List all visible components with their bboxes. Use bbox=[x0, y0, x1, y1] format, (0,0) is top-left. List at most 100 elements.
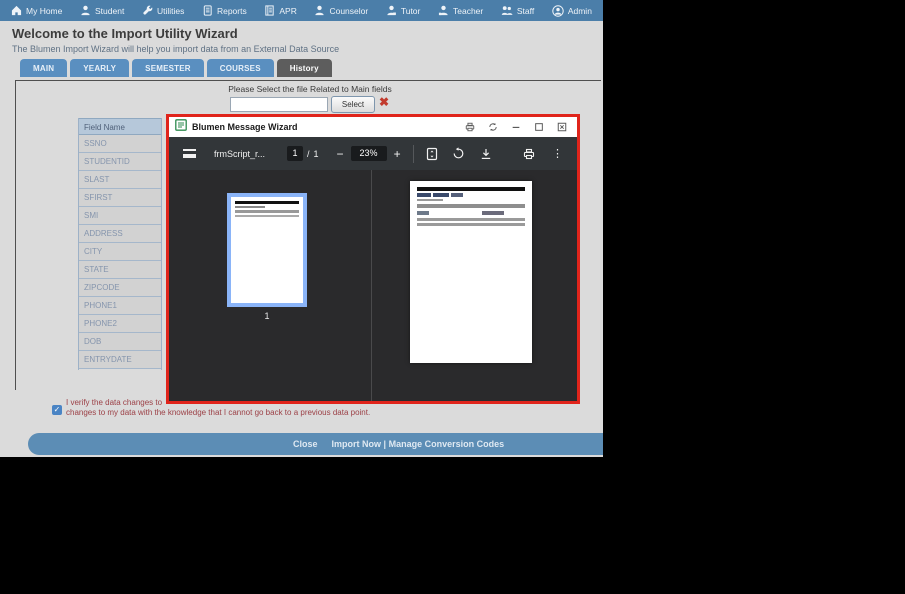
nav-label: Reports bbox=[216, 5, 247, 16]
thumbnail-content-bar bbox=[235, 215, 299, 217]
reports-icon bbox=[202, 5, 213, 16]
nav-label: Utilities bbox=[156, 5, 185, 16]
page-divider: / bbox=[307, 148, 310, 159]
zoom-in-button[interactable]: + bbox=[394, 148, 401, 160]
counselor-icon bbox=[314, 5, 325, 16]
nav-item-staff[interactable]: Staff bbox=[496, 0, 539, 21]
apr-icon bbox=[264, 5, 275, 16]
select-file-button[interactable]: Select bbox=[331, 96, 375, 113]
page-content-bar bbox=[417, 223, 525, 226]
nav-item-tutor[interactable]: Tutor bbox=[381, 0, 426, 21]
page-content-bar bbox=[482, 211, 504, 215]
tab-courses[interactable]: COURSES bbox=[206, 59, 274, 77]
tab-yearly[interactable]: YEARLY bbox=[70, 59, 130, 77]
toolbar-divider bbox=[412, 144, 414, 163]
table-row[interactable]: SFIRST bbox=[79, 189, 161, 207]
wizard-tabs: MAIN YEARLY SEMESTER COURSES History bbox=[20, 59, 332, 77]
zoom-out-button[interactable]: − bbox=[337, 148, 344, 160]
nav-item-student[interactable]: Student bbox=[75, 0, 129, 21]
clear-file-icon[interactable]: ✖ bbox=[379, 95, 389, 109]
table-row[interactable]: ENTRYDATE bbox=[79, 351, 161, 369]
pdf-toolbar: frmScript_r... 1 / 1 − 23% + ⋮ bbox=[169, 137, 577, 170]
page-number-input[interactable]: 1 bbox=[287, 146, 304, 161]
table-row[interactable]: STUDENTID bbox=[79, 153, 161, 171]
table-row[interactable]: DOB bbox=[79, 333, 161, 351]
page-content-bar bbox=[417, 204, 525, 208]
table-row[interactable]: SMI bbox=[79, 207, 161, 225]
page-thumbnail[interactable] bbox=[227, 193, 307, 307]
menu-icon[interactable] bbox=[183, 149, 196, 158]
more-options-icon[interactable]: ⋮ bbox=[552, 147, 563, 160]
page-content-bar bbox=[417, 218, 525, 221]
nav-item-utilities[interactable]: Utilities bbox=[137, 0, 189, 21]
blumen-message-wizard-dialog: Blumen Message Wizard frmScript_r... 1 /… bbox=[166, 114, 580, 404]
table-row[interactable]: SLAST bbox=[79, 171, 161, 189]
tab-history[interactable]: History bbox=[276, 59, 332, 77]
tutor-icon bbox=[386, 5, 397, 16]
nav-label: Admin bbox=[567, 5, 592, 16]
page-content-bar bbox=[451, 193, 463, 197]
staff-icon bbox=[501, 5, 513, 16]
pdf-filename: frmScript_r... bbox=[214, 148, 266, 159]
close-button[interactable]: Close bbox=[293, 439, 318, 449]
file-path-input[interactable] bbox=[230, 97, 328, 112]
page-content-bar bbox=[433, 193, 449, 197]
admin-icon bbox=[552, 4, 564, 17]
footer-actions: Close Import Now | Manage Conversion Code… bbox=[293, 433, 504, 455]
page-content-bar bbox=[417, 193, 431, 197]
field-table-header: Field Name bbox=[79, 118, 161, 135]
table-row[interactable]: ZIPCODE bbox=[79, 279, 161, 297]
pdf-page-preview bbox=[410, 181, 532, 363]
fit-page-icon[interactable] bbox=[426, 147, 438, 161]
dialog-titlebar: Blumen Message Wizard bbox=[169, 117, 577, 137]
table-row[interactable]: ADDRESS bbox=[79, 225, 161, 243]
print-icon[interactable] bbox=[465, 122, 475, 132]
table-row[interactable]: STATE bbox=[79, 261, 161, 279]
nav-item-admin[interactable]: Admin bbox=[547, 0, 597, 21]
home-icon bbox=[11, 5, 22, 16]
nav-item-apr[interactable]: APR bbox=[259, 0, 301, 21]
close-icon[interactable] bbox=[557, 122, 567, 132]
nav-label: APR bbox=[279, 5, 297, 16]
field-table: Field Name SSNO STUDENTID SLAST SFIRST S… bbox=[78, 118, 162, 370]
window-controls bbox=[465, 122, 571, 132]
table-row[interactable]: PHONE2 bbox=[79, 315, 161, 333]
zoom-controls: − 23% + bbox=[337, 146, 401, 161]
footer-separator: | bbox=[383, 439, 387, 449]
zoom-level-input[interactable]: 23% bbox=[350, 146, 387, 161]
teacher-icon bbox=[438, 5, 449, 16]
tab-semester[interactable]: SEMESTER bbox=[132, 59, 204, 77]
verify-checkbox[interactable]: ✓ bbox=[52, 405, 62, 415]
maximize-icon[interactable] bbox=[534, 122, 544, 132]
page-total: 1 bbox=[313, 148, 319, 159]
nav-item-counselor[interactable]: Counselor bbox=[309, 0, 373, 21]
pane-divider bbox=[371, 170, 372, 401]
student-icon bbox=[80, 5, 91, 16]
table-row[interactable]: CITY bbox=[79, 243, 161, 261]
utilities-icon bbox=[142, 5, 153, 16]
page-content-bar bbox=[417, 187, 525, 191]
thumbnail-content-bar bbox=[235, 201, 299, 204]
table-row[interactable]: SSNO bbox=[79, 135, 161, 153]
rotate-icon[interactable] bbox=[452, 147, 465, 160]
thumbnail-content-bar bbox=[235, 206, 265, 208]
page-subtitle: The Blumen Import Wizard will help you i… bbox=[12, 44, 340, 54]
app-window: My Home Student Utilities Reports APR Co… bbox=[0, 0, 603, 457]
refresh-icon[interactable] bbox=[488, 122, 498, 132]
tab-main[interactable]: MAIN bbox=[20, 59, 68, 77]
nav-label: Counselor bbox=[329, 5, 369, 16]
minimize-icon[interactable] bbox=[511, 122, 521, 132]
verify-line-2: changes to my data with the knowledge th… bbox=[66, 408, 371, 417]
manage-conversion-codes-button[interactable]: Manage Conversion Codes bbox=[389, 439, 505, 449]
table-row[interactable]: PHONE1 bbox=[79, 297, 161, 315]
footer-bar: Close Import Now | Manage Conversion Code… bbox=[28, 433, 603, 455]
download-icon[interactable] bbox=[480, 148, 492, 160]
toolbar-right-group: ⋮ bbox=[480, 147, 563, 160]
nav-item-teacher[interactable]: Teacher bbox=[433, 0, 488, 21]
nav-item-my-home[interactable]: My Home bbox=[6, 0, 67, 21]
page-content-bar bbox=[417, 211, 429, 215]
nav-item-reports[interactable]: Reports bbox=[197, 0, 252, 21]
nav-label: Teacher bbox=[453, 5, 484, 16]
print-document-icon[interactable] bbox=[523, 148, 535, 160]
import-now-button[interactable]: Import Now bbox=[332, 439, 382, 449]
